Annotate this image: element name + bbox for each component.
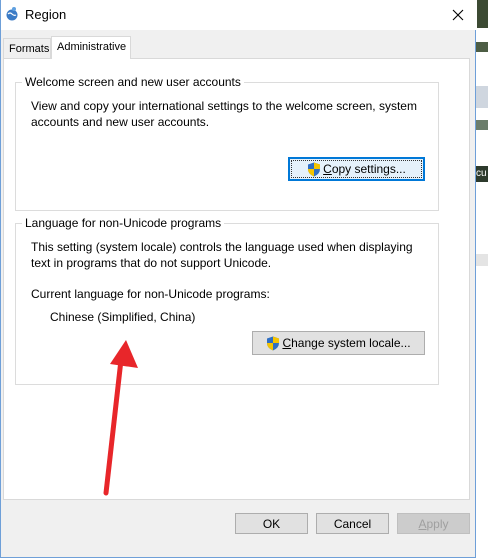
apply-label: Apply — [418, 516, 449, 531]
apply-button[interactable]: Apply — [397, 513, 470, 534]
uac-shield-icon — [267, 336, 280, 350]
current-language-label: Current language for non-Unicode program… — [31, 287, 270, 301]
background-block — [476, 42, 488, 52]
change-system-locale-button[interactable]: Change system locale... — [252, 331, 425, 355]
welcome-group-title: Welcome screen and new user accounts — [22, 75, 244, 89]
region-dialog: Region Formats Administrative Welcome sc… — [0, 0, 477, 558]
language-description-line: text in programs that do not support Uni… — [31, 256, 272, 270]
tab-strip: Formats Administrative — [1, 36, 477, 59]
administrative-panel: Welcome screen and new user accounts Vie… — [3, 58, 470, 500]
change-system-locale-label: Change system locale... — [282, 336, 411, 350]
tab-formats[interactable]: Formats — [3, 38, 51, 58]
tab-administrative[interactable]: Administrative — [51, 36, 131, 59]
region-globe-icon — [6, 7, 18, 21]
background-app-strip: cu — [476, 0, 488, 560]
copy-settings-button[interactable]: Copy settings... — [288, 157, 425, 181]
background-block — [476, 120, 488, 130]
window-title: Region — [25, 7, 67, 22]
current-language-value: Chinese (Simplified, China) — [50, 310, 196, 324]
cancel-button[interactable]: Cancel — [316, 513, 389, 534]
language-group-title: Language for non-Unicode programs — [22, 216, 225, 230]
non-unicode-language-group: Language for non-Unicode programs This s… — [15, 216, 439, 385]
background-text: cu — [476, 166, 488, 182]
background-block — [476, 254, 488, 266]
welcome-description-line: View and copy your international setting… — [31, 99, 417, 113]
background-block — [476, 86, 488, 108]
language-description: This setting (system locale) controls th… — [31, 239, 413, 271]
copy-settings-label: Copy settings... — [323, 162, 406, 176]
welcome-description-line: accounts and new user accounts. — [31, 115, 210, 129]
language-description-line: This setting (system locale) controls th… — [31, 240, 413, 254]
title-bar[interactable]: Region — [1, 0, 477, 30]
dialog-footer: OK Cancel Apply — [1, 504, 477, 554]
welcome-screen-group: Welcome screen and new user accounts Vie… — [15, 75, 439, 211]
background-block — [476, 0, 488, 28]
red-annotation-arrow — [103, 340, 138, 496]
ok-button[interactable]: OK — [235, 513, 308, 534]
close-icon — [452, 9, 464, 21]
welcome-description: View and copy your international setting… — [31, 98, 417, 130]
uac-shield-icon — [308, 162, 321, 176]
close-button[interactable] — [439, 0, 477, 30]
